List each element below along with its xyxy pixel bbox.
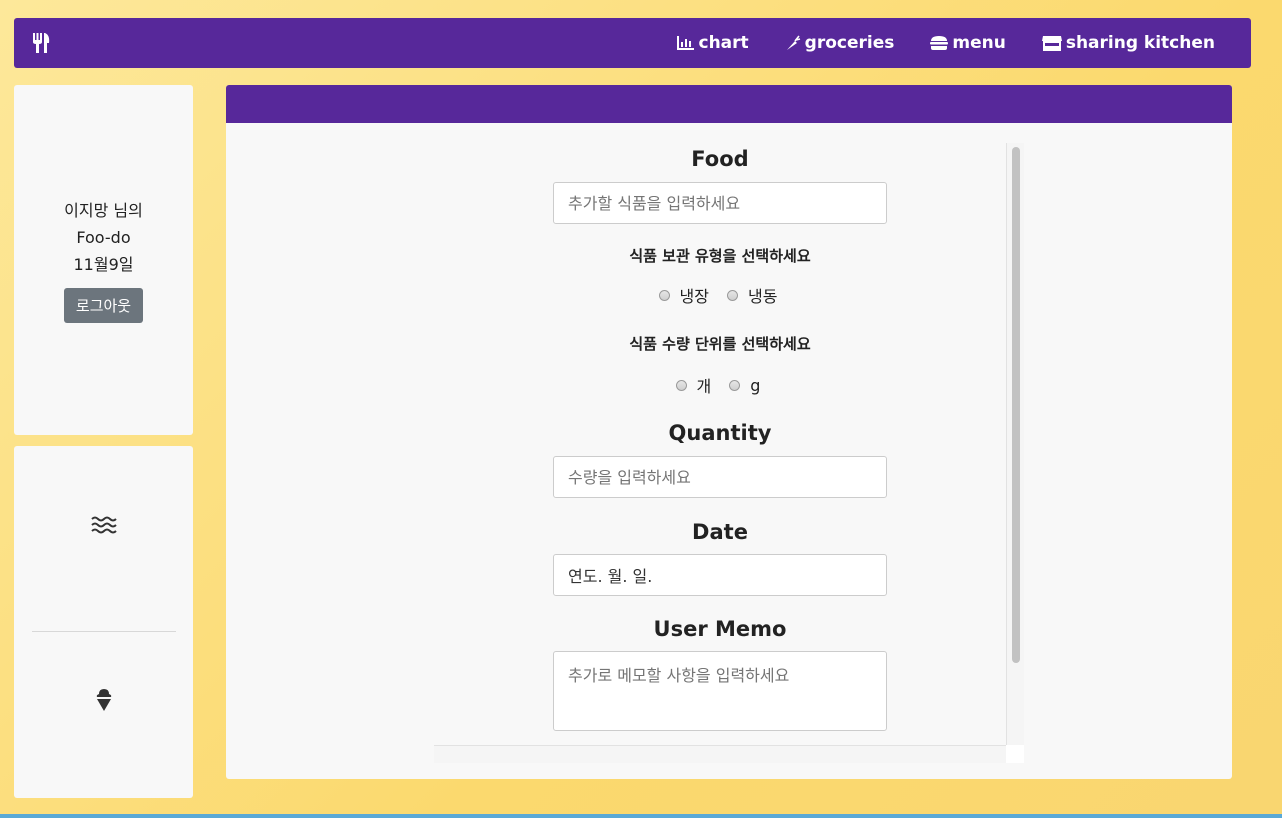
- food-form: Food 식품 보관 유형을 선택하세요 냉장 냉동 식품 수량 단위를 선택하…: [434, 143, 1024, 743]
- nav-link-groceries[interactable]: groceries: [785, 33, 895, 53]
- top-navbar: chart groceries menu sharing kitchen: [14, 18, 1251, 68]
- profile-username: 이지망 님의: [64, 201, 143, 220]
- horizontal-scrollbar[interactable]: [434, 745, 1006, 763]
- storage-option-fridge-label: 냉장: [679, 287, 709, 306]
- unit-radio-count[interactable]: [675, 379, 687, 391]
- add-food-panel: Food 식품 보관 유형을 선택하세요 냉장 냉동 식품 수량 단위를 선택하…: [226, 85, 1232, 779]
- unit-type-options: 개 g: [434, 373, 1006, 397]
- storage-radio-fridge[interactable]: [658, 289, 670, 301]
- page-bottom-border: [0, 814, 1282, 818]
- unit-radio-gram[interactable]: [729, 379, 741, 391]
- storage-option-freezer-label: 냉동: [748, 287, 778, 306]
- storage-radio-freezer[interactable]: [727, 289, 738, 301]
- memo-title: User Memo: [653, 617, 787, 641]
- logout-button[interactable]: 로그아웃: [63, 288, 144, 323]
- nav-link-sharing-kitchen-label: sharing kitchen: [1065, 33, 1215, 53]
- nav-link-sharing-kitchen[interactable]: sharing kitchen: [1041, 33, 1215, 53]
- storage-type-options: 냉장 냉동: [434, 283, 1006, 307]
- storage-type-title: 식품 보관 유형을 선택하세요: [629, 247, 811, 265]
- profile-app-name: Foo-do: [76, 228, 131, 247]
- chart-icon: [676, 36, 694, 50]
- nav-link-menu[interactable]: menu: [930, 33, 1006, 53]
- scrollbar-corner: [1006, 745, 1024, 763]
- store-icon: [1041, 36, 1062, 51]
- tools-divider: [32, 631, 176, 632]
- unit-option-gram-label: g: [750, 375, 761, 395]
- date-input[interactable]: [553, 554, 887, 596]
- panel-header: [226, 85, 1232, 123]
- carrot-icon: [786, 35, 800, 50]
- hamburger-icon: [930, 36, 949, 50]
- utensils-icon: [33, 33, 50, 53]
- quantity-title: Quantity: [668, 421, 772, 445]
- food-title: Food: [691, 147, 749, 171]
- profile-date: 11월9일: [73, 255, 134, 274]
- quantity-input[interactable]: [553, 456, 887, 498]
- ice-cream-icon[interactable]: [96, 689, 112, 715]
- nav-link-chart-label: chart: [698, 33, 749, 53]
- nav-link-menu-label: menu: [952, 33, 1006, 53]
- unit-option-count-label: 개: [696, 377, 712, 396]
- vertical-scroll-thumb[interactable]: [1012, 147, 1020, 663]
- nav-link-chart[interactable]: chart: [676, 33, 749, 53]
- water-icon[interactable]: [90, 516, 117, 538]
- date-title: Date: [692, 520, 748, 544]
- brand-logo[interactable]: [32, 33, 50, 53]
- vertical-scrollbar[interactable]: [1006, 143, 1024, 761]
- tools-card: [14, 446, 193, 798]
- profile-card: 이지망 님의 Foo-do 11월9일 로그아웃: [14, 85, 193, 435]
- memo-textarea[interactable]: [553, 651, 887, 731]
- unit-type-title: 식품 수량 단위를 선택하세요: [629, 335, 811, 353]
- food-input[interactable]: [553, 182, 887, 224]
- nav-link-groceries-label: groceries: [804, 33, 895, 53]
